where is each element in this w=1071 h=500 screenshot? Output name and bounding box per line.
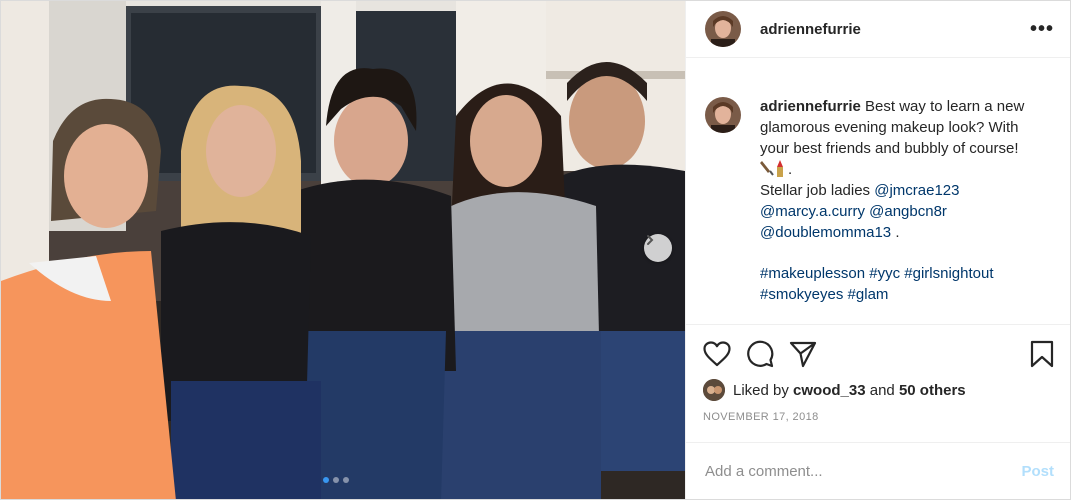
caption-text: . [895,223,900,241]
post-header: adriennefurrie ••• [686,1,1070,58]
likes-prefix: Liked by [733,381,789,399]
mention-link[interactable]: @angbcn8r [869,203,947,220]
comment-icon[interactable] [746,340,774,368]
post-caption: adriennefurrie Best way to learn a new g… [760,97,1050,306]
group-photo-image [1,1,685,499]
header-username[interactable]: adriennefurrie [760,21,861,38]
caption-username[interactable]: adriennefurrie [760,98,861,115]
avatar[interactable] [705,97,741,133]
caption-text: Stellar job ladies [760,182,871,200]
avatar[interactable] [705,11,741,47]
liker-username[interactable]: cwood_33 [793,382,866,399]
hashtag-link[interactable]: #smokyeyes [760,286,843,303]
caption-text: . [788,161,793,179]
carousel-indicator [323,477,349,483]
comment-form: Post [686,442,1070,499]
mention-link[interactable]: @marcy.a.curry [760,203,865,220]
hashtag-link[interactable]: #girlsnightout [904,265,993,282]
caption-section: adriennefurrie Best way to learn a new g… [686,58,1070,324]
instagram-post: adriennefurrie ••• adriennefurrie Best w… [0,0,1071,500]
chevron-right-icon [647,235,654,245]
bookmark-icon[interactable] [1030,340,1054,368]
carousel-dot [333,477,339,483]
liker-avatar[interactable] [703,379,725,401]
post-comment-button[interactable]: Post [1021,463,1054,480]
more-options-icon[interactable]: ••• [1030,18,1054,41]
carousel-dot [323,477,329,483]
post-photo[interactable] [1,1,685,499]
post-date[interactable]: NOVEMBER 17, 2018 [703,411,1054,423]
comment-input[interactable] [705,462,1022,480]
hashtag-link[interactable]: #yyc [869,265,900,282]
hashtag-link[interactable]: #makeuplesson [760,265,865,282]
mention-link[interactable]: @jmcrae123 [874,182,959,199]
action-icons [703,339,1054,369]
share-icon[interactable] [789,340,817,368]
likes-conjunction: and [869,381,895,399]
likes-count-link[interactable]: 50 others [899,382,966,399]
post-side-panel: adriennefurrie ••• adriennefurrie Best w… [685,1,1070,499]
mention-link[interactable]: @doublemomma13 [760,224,891,241]
hashtag-link[interactable]: #glam [848,286,889,303]
champagne-lipstick-emoji-icon [760,160,783,178]
likes-summary: Liked by cwood_33 and 50 others [703,379,1054,401]
post-actions: Liked by cwood_33 and 50 others NOVEMBER… [686,324,1070,423]
heart-icon[interactable] [703,341,731,367]
carousel-dot [343,477,349,483]
next-slide-button[interactable] [644,234,672,262]
